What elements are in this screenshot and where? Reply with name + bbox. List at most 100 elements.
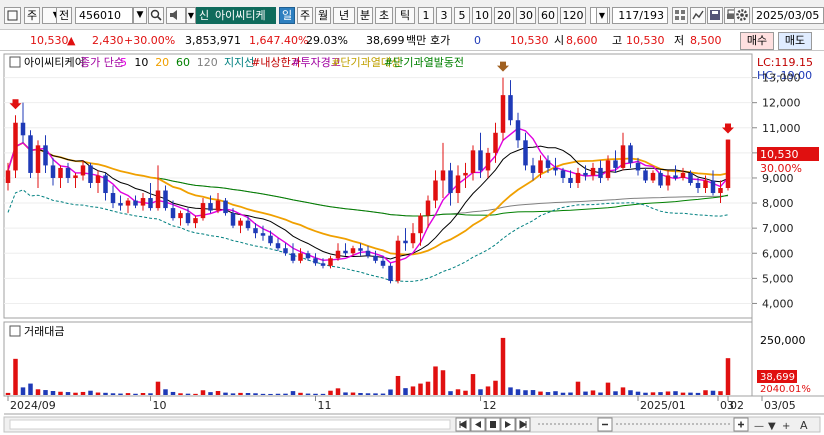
font-decrease-icon[interactable]: ▼ bbox=[768, 421, 776, 432]
candle-body bbox=[155, 190, 161, 209]
grid-icon[interactable] bbox=[672, 7, 688, 24]
interval-dropdown-icon[interactable]: ▼ bbox=[596, 7, 608, 24]
candle-body bbox=[455, 175, 461, 194]
volume-bar bbox=[253, 393, 258, 395]
interval-120[interactable]: 120 bbox=[560, 7, 586, 24]
volume-bar bbox=[350, 392, 356, 395]
x-tick-label: 2025/01 bbox=[640, 399, 686, 412]
volume-bar bbox=[703, 390, 708, 395]
volume-bar bbox=[170, 391, 176, 395]
candle-body bbox=[650, 172, 656, 181]
candle-body bbox=[238, 220, 243, 226]
volume-bar bbox=[50, 391, 56, 395]
candle-body bbox=[43, 145, 48, 166]
period-year[interactable]: 년 bbox=[333, 7, 355, 24]
stock-name-label[interactable]: 아이씨티케 bbox=[212, 7, 276, 24]
volume-bar bbox=[373, 393, 378, 395]
volume-bar bbox=[620, 387, 626, 395]
interval-10[interactable]: 10 bbox=[472, 7, 492, 24]
interval-1[interactable]: 1 bbox=[418, 7, 434, 24]
volume-bar bbox=[725, 358, 731, 395]
legend-item: 지지선 bbox=[224, 56, 254, 69]
volume-bar bbox=[553, 391, 558, 395]
candle-body bbox=[283, 248, 288, 254]
volume-bar bbox=[380, 393, 386, 395]
period-second[interactable]: 초 bbox=[375, 7, 393, 24]
volume-bar bbox=[403, 388, 408, 395]
volume-bar bbox=[500, 337, 506, 395]
buy-button[interactable]: 매수 bbox=[740, 32, 774, 50]
candle-body bbox=[268, 235, 273, 244]
candle-body bbox=[395, 240, 401, 281]
gear-icon[interactable] bbox=[734, 7, 750, 24]
interval-5[interactable]: 5 bbox=[454, 7, 470, 24]
candle-body bbox=[575, 172, 581, 183]
candle-body bbox=[703, 180, 708, 188]
volume-bar bbox=[43, 390, 48, 395]
search-icon[interactable] bbox=[148, 7, 164, 24]
candle-body bbox=[613, 160, 618, 168]
tab-all[interactable]: 전 bbox=[56, 7, 72, 24]
volume-bar bbox=[238, 392, 243, 395]
period-day[interactable]: 일 bbox=[279, 7, 295, 24]
open-label: 시 bbox=[554, 34, 565, 47]
volume-bar bbox=[5, 392, 11, 395]
volume-bar bbox=[665, 391, 671, 395]
font-increase-icon[interactable]: + bbox=[782, 421, 790, 432]
volume-bar bbox=[200, 390, 206, 395]
stock-code-input[interactable]: 456010 bbox=[75, 7, 133, 24]
candle-body bbox=[230, 213, 236, 226]
candle-body bbox=[695, 182, 701, 188]
volume-bar bbox=[148, 393, 153, 395]
candle-body bbox=[103, 175, 108, 194]
horizontal-scrollbar[interactable] bbox=[9, 419, 451, 430]
new-badge[interactable]: 신 bbox=[196, 7, 212, 24]
candle-body bbox=[208, 203, 213, 211]
volume-bar bbox=[283, 393, 288, 395]
speaker-dropdown-icon[interactable]: ▼ bbox=[186, 7, 196, 24]
candle-body bbox=[253, 228, 258, 234]
volume-bar bbox=[673, 391, 678, 395]
period-minute[interactable]: 분 bbox=[357, 7, 373, 24]
candle-body bbox=[58, 167, 63, 178]
stock-chart[interactable]: 아이씨티케이 종가 단순5 10 20 60 120 지지선#내상한가#투자경고#단기과열… bbox=[0, 52, 824, 435]
volume-bar bbox=[478, 389, 483, 395]
x-tick-label: 03 bbox=[720, 399, 734, 412]
volume-bar bbox=[178, 393, 183, 395]
date-input[interactable]: 2025/03/05 bbox=[752, 7, 824, 24]
period-month[interactable]: 월 bbox=[315, 7, 331, 24]
volume-bar bbox=[95, 392, 101, 395]
interval-20[interactable]: 20 bbox=[494, 7, 514, 24]
interval-60[interactable]: 60 bbox=[538, 7, 558, 24]
candle-body bbox=[478, 150, 483, 171]
chevron-down-icon[interactable]: ▼ bbox=[133, 7, 147, 24]
volume-bar bbox=[568, 392, 573, 395]
candle-body bbox=[433, 180, 438, 201]
font-size-icon[interactable]: — bbox=[754, 421, 764, 432]
volume-bar bbox=[328, 390, 333, 395]
period-tick[interactable]: 틱 bbox=[395, 7, 415, 24]
candle-body bbox=[73, 175, 78, 178]
candle-body bbox=[688, 172, 693, 183]
speaker-icon[interactable] bbox=[166, 7, 186, 24]
y-tick-label: 8,000 bbox=[762, 197, 794, 210]
font-label[interactable]: A bbox=[800, 419, 808, 432]
volume-bar bbox=[80, 391, 86, 395]
candle-body bbox=[148, 198, 153, 209]
window-icon[interactable] bbox=[4, 7, 21, 24]
save-icon[interactable] bbox=[707, 7, 723, 24]
volume-bar bbox=[215, 391, 221, 395]
interval-30[interactable]: 30 bbox=[516, 7, 536, 24]
volume-bar bbox=[20, 387, 26, 395]
period-week[interactable]: 주 bbox=[297, 7, 313, 24]
volume-bar bbox=[118, 393, 123, 395]
mode-button[interactable]: 주 bbox=[24, 7, 40, 24]
volume-bar bbox=[440, 370, 446, 395]
interval-3[interactable]: 3 bbox=[436, 7, 452, 24]
current-price: 10,530 bbox=[30, 34, 69, 47]
sell-button[interactable]: 매도 bbox=[778, 32, 812, 50]
candle-body bbox=[568, 177, 573, 183]
volume-value: 3,853,971 bbox=[185, 34, 241, 47]
chart-icon[interactable] bbox=[690, 7, 706, 24]
volume-bar bbox=[268, 393, 273, 395]
